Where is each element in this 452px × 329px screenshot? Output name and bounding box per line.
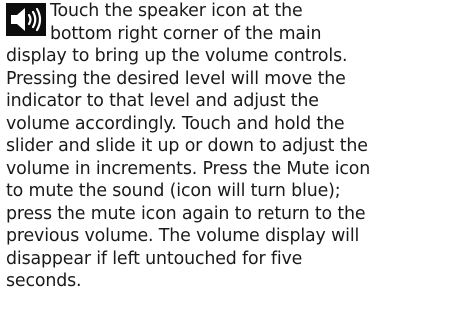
text-line: disappear if left untouched for five — [6, 248, 303, 269]
text-line: to mute the sound (icon will turn blue); — [6, 181, 341, 201]
text-line: Pressing the desired level will move the — [6, 68, 346, 89]
text-line: display to bring up the volume controls. — [6, 46, 348, 66]
text-line: volume in increments. Press the Mute ico… — [6, 158, 371, 179]
volume-instructions-paragraph: Touch the speaker icon at the bottom rig… — [6, 0, 446, 293]
text-line: previous volume. The volume display will — [6, 226, 360, 246]
text-line: indicator to that level and adjust the — [6, 91, 319, 111]
text-line: Touch the speaker icon at the — [50, 1, 303, 21]
text-line: press the mute icon again to return to t… — [6, 203, 366, 224]
text-line: volume accordingly. Touch and hold the — [6, 113, 345, 134]
text-line: seconds. — [6, 271, 82, 291]
text-line: slider and slide it up or down to adjust… — [6, 136, 368, 156]
text-line: bottom right corner of the main — [50, 23, 322, 44]
